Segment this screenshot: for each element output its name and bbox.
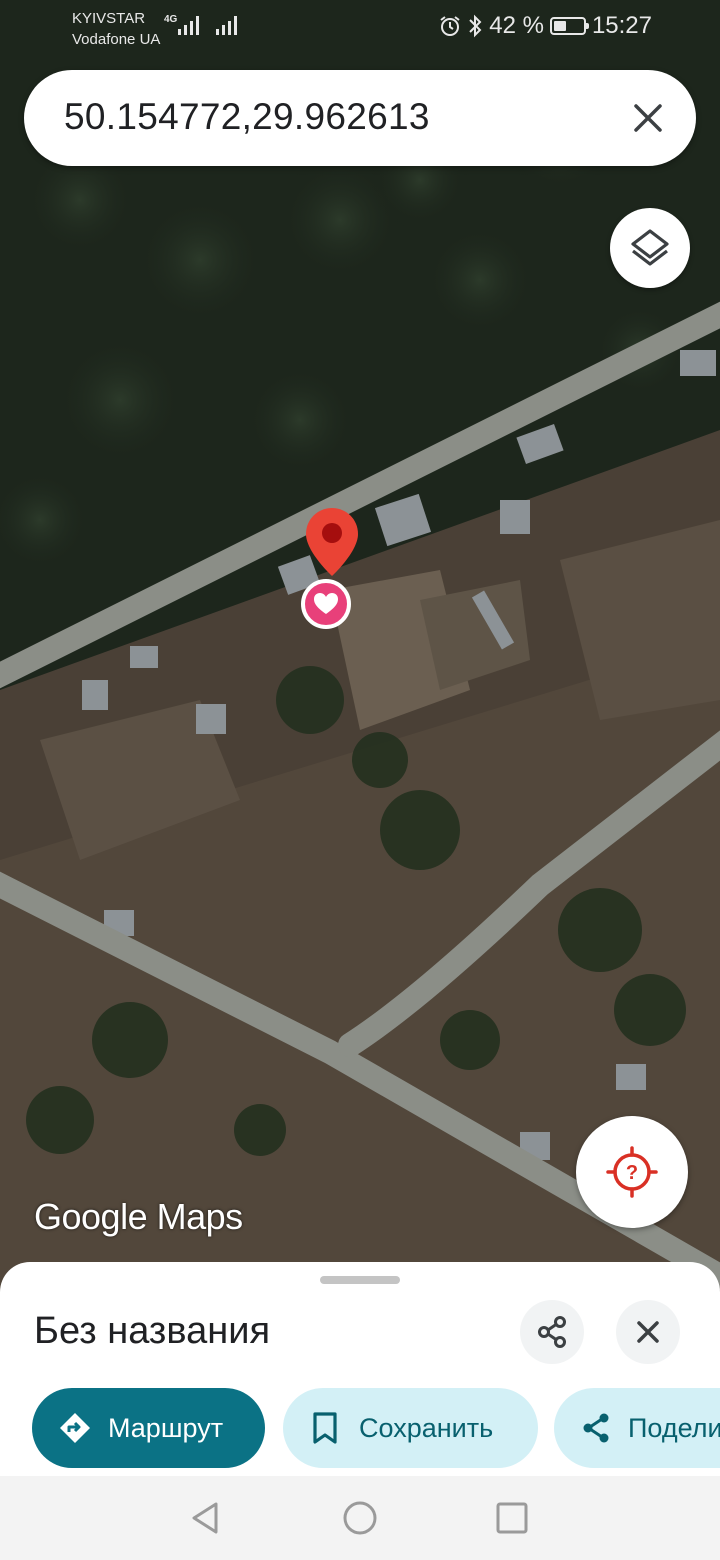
google-maps-logo: Google Maps	[34, 1196, 243, 1237]
carrier-name-1: KYIVSTAR	[72, 10, 146, 27]
bluetooth-icon	[469, 14, 482, 38]
close-icon[interactable]	[628, 98, 668, 138]
status-bar: KYIVSTAR Vodafone UA 4G 42 % 15:27	[0, 0, 720, 56]
clock: 15:27	[591, 12, 652, 39]
navigation-bar	[0, 1476, 720, 1560]
save-label: Сохранить	[359, 1412, 494, 1443]
back-icon[interactable]	[186, 1498, 226, 1538]
svg-text:?: ?	[626, 1162, 638, 1184]
share-icon	[583, 1413, 609, 1443]
layers-icon	[631, 229, 669, 266]
layers-button[interactable]	[610, 208, 690, 288]
signal-icon	[178, 16, 199, 35]
directions-button[interactable]: Маршрут	[32, 1388, 265, 1468]
share-icon	[538, 1316, 566, 1348]
bookmark-icon	[313, 1412, 337, 1444]
close-icon	[637, 1321, 659, 1343]
status-right: 42 % 15:27	[439, 12, 652, 40]
my-location-icon: ?	[606, 1146, 658, 1198]
share-action-button[interactable]: Поделиться	[554, 1388, 720, 1468]
save-button[interactable]: Сохранить	[283, 1388, 538, 1468]
signal-icon	[216, 16, 237, 35]
place-title: Без названия	[34, 1310, 271, 1352]
share-label: Поделиться	[628, 1412, 720, 1443]
place-sheet[interactable]: Без названия Маршрут Сохранить Подели	[0, 1262, 720, 1476]
battery-percent: 42 %	[489, 12, 544, 39]
search-input[interactable]: 50.154772,29.962613	[64, 96, 430, 138]
carrier-info: KYIVSTAR Vodafone UA	[72, 8, 160, 50]
drag-handle[interactable]	[320, 1276, 400, 1284]
battery-icon	[549, 17, 589, 35]
search-bar[interactable]: 50.154772,29.962613	[24, 70, 696, 166]
home-icon[interactable]	[340, 1498, 380, 1538]
close-sheet-button[interactable]	[616, 1300, 680, 1364]
alarm-icon	[440, 16, 460, 36]
carrier-name-2: Vodafone UA	[72, 31, 161, 48]
recents-icon[interactable]	[492, 1498, 532, 1538]
heart-icon[interactable]	[300, 578, 352, 630]
share-button[interactable]	[520, 1300, 584, 1364]
my-location-button[interactable]: ?	[576, 1116, 688, 1228]
directions-icon	[60, 1413, 90, 1443]
directions-label: Маршрут	[108, 1412, 224, 1443]
